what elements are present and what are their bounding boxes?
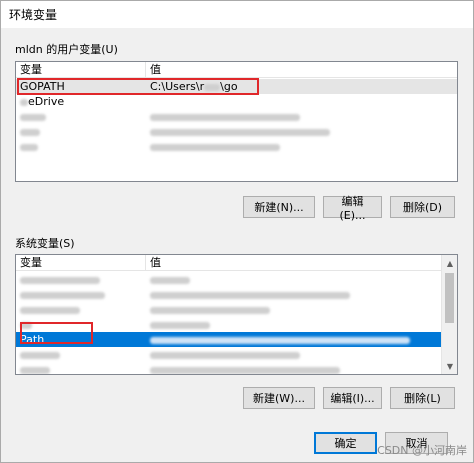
user-var-value: C:\Users\r \go (150, 80, 238, 93)
system-var-row[interactable] (16, 272, 441, 287)
user-var-value (146, 109, 457, 124)
user-var-row-gopath[interactable]: GOPATH C:\Users\r \go (16, 79, 457, 94)
user-vars-list[interactable]: 变量 值 GOPATH C:\Users\r \go eDrive (15, 61, 458, 182)
user-var-name (16, 139, 146, 154)
system-var-value (146, 287, 441, 302)
user-var-name: eDrive (16, 94, 146, 109)
user-edit-button[interactable]: 编辑(E)... (323, 195, 382, 222)
system-var-name (16, 287, 146, 302)
scroll-down-icon[interactable]: ▼ (442, 358, 457, 374)
user-new-button[interactable]: 新建(N)... (243, 196, 315, 218)
col-header-value[interactable]: 值 (146, 62, 457, 78)
system-var-value (146, 347, 441, 362)
user-var-name: GOPATH (20, 80, 65, 93)
user-var-value (146, 124, 457, 139)
system-vars-scrollbar[interactable]: ▲ ▼ (441, 255, 457, 374)
col-header-variable[interactable]: 变量 (16, 255, 146, 271)
system-vars-label: 系统变量(S) (15, 237, 75, 250)
system-delete-button[interactable]: 删除(L) (390, 387, 455, 409)
user-vars-header: 变量 值 (16, 62, 457, 78)
system-var-row[interactable] (16, 317, 441, 332)
user-var-name (16, 109, 146, 124)
system-var-value (146, 272, 441, 287)
system-var-row[interactable] (16, 362, 441, 374)
watermark: CSDN @小河南岸 (377, 444, 467, 457)
system-var-value (146, 332, 441, 347)
col-header-variable[interactable]: 变量 (16, 62, 146, 78)
system-var-name: Path (20, 333, 45, 346)
system-var-row-path[interactable]: Path (16, 332, 441, 347)
title-bar: 环境变量 (1, 1, 473, 28)
system-var-name (16, 347, 146, 362)
system-vars-list[interactable]: 变量 值 Path ▲ ▼ (15, 254, 458, 375)
user-var-value (146, 94, 457, 109)
user-var-row[interactable] (16, 139, 457, 154)
scroll-thumb[interactable] (445, 273, 454, 323)
user-var-row[interactable]: eDrive (16, 94, 457, 109)
user-var-row[interactable] (16, 124, 457, 139)
system-var-value (146, 317, 441, 332)
system-new-button[interactable]: 新建(W)... (243, 387, 315, 409)
user-vars-label: mldn 的用户变量(U) (15, 43, 118, 56)
system-var-name (16, 362, 146, 374)
system-var-name (16, 317, 146, 332)
system-var-row[interactable] (16, 302, 441, 317)
system-var-row[interactable] (16, 287, 441, 302)
ok-button[interactable]: 确定 (314, 432, 377, 454)
system-edit-button[interactable]: 编辑(I)... (323, 387, 382, 409)
system-var-row[interactable] (16, 347, 441, 362)
user-var-row[interactable] (16, 109, 457, 124)
env-vars-dialog: 环境变量 mldn 的用户变量(U) 变量 值 GOPATH C:\Users\… (0, 0, 474, 463)
col-header-value[interactable]: 值 (146, 255, 441, 271)
scroll-up-icon[interactable]: ▲ (442, 255, 457, 271)
system-var-value (146, 302, 441, 317)
user-delete-button[interactable]: 删除(D) (390, 196, 455, 218)
system-vars-header: 变量 值 (16, 255, 441, 271)
window-title: 环境变量 (9, 8, 58, 22)
system-var-name (16, 272, 146, 287)
user-var-name (16, 124, 146, 139)
system-var-value (146, 362, 441, 374)
system-var-name (16, 302, 146, 317)
user-var-value (146, 139, 457, 154)
